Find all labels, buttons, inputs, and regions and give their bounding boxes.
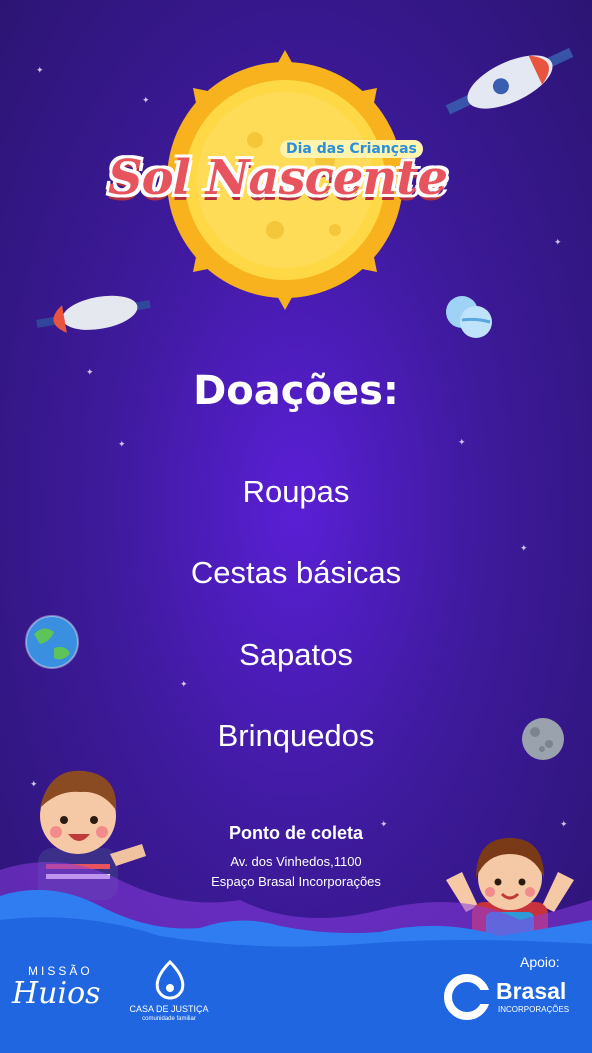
star-icon: ✦ <box>554 238 562 248</box>
donations-heading: Doações: <box>193 368 399 414</box>
casa-tagline: comunidade familiar <box>142 1016 196 1022</box>
donation-item: Brinquedos <box>217 718 375 753</box>
donation-item: Sapatos <box>239 637 353 672</box>
donation-item: Roupas <box>242 474 350 509</box>
brasal-ring-icon <box>444 974 492 1020</box>
star-icon: ✦ <box>142 96 150 106</box>
casa-de-justica-logo: CASA DE JUSTIÇA comunidade familiar <box>124 958 214 1028</box>
logo-title: Sol Nascente <box>108 150 448 206</box>
star-icon: ✦ <box>520 544 528 554</box>
support-label: Apoio: <box>520 954 560 970</box>
star-icon: ✦ <box>180 680 188 690</box>
star-icon: ✦ <box>118 440 126 450</box>
rocket-icon <box>445 47 574 115</box>
casa-name: CASA DE JUSTIÇA <box>129 1004 209 1014</box>
huios-label: Huios <box>12 976 101 1011</box>
flame-icon <box>155 960 185 1000</box>
brasal-logo: Brasal INCORPORAÇÕES <box>442 972 578 1022</box>
brasal-name: Brasal <box>496 978 567 1004</box>
planet-icon <box>446 296 492 338</box>
event-logo: Dia das Crianças Sol Nascente <box>100 140 500 230</box>
brasal-sub: INCORPORAÇÕES <box>498 1005 570 1014</box>
missao-huios-logo: MISSÃO Huios <box>8 962 118 1022</box>
poster: ✦ ✦ ✦ ✦ ✦ ✦ ✦ ✦ ✦ ✦ ✦ Dia das Crianças S… <box>0 0 592 1053</box>
donation-item: Cestas básicas <box>190 555 402 590</box>
star-icon: ✦ <box>36 66 44 76</box>
rocket-icon <box>36 295 151 333</box>
star-icon: ✦ <box>458 438 466 448</box>
